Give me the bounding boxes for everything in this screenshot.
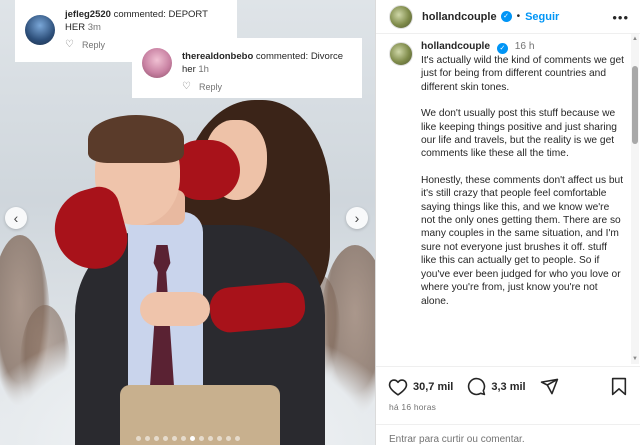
post-header: hollandcouple ✓ • Seguir •••	[376, 0, 640, 34]
caption-paragraph: hollandcouple ✓ 16 h It's actually wild …	[421, 40, 624, 94]
verified-badge-icon: ✓	[500, 11, 512, 22]
comment-time: 1h	[198, 63, 209, 75]
comment-bubble-icon[interactable]	[467, 377, 486, 396]
verified-badge-icon: ✓	[496, 43, 508, 54]
reply-button[interactable]: Reply	[82, 40, 105, 50]
caption-area: hollandcouple ✓ 16 h It's actually wild …	[376, 34, 634, 364]
carousel-prev-button[interactable]: ‹	[5, 207, 27, 229]
comment-action[interactable]: 3,3 mil	[467, 377, 526, 396]
woman-sleeve-right	[208, 280, 307, 335]
scroll-up-arrow-icon[interactable]: ▲	[632, 36, 638, 42]
save-action[interactable]	[611, 377, 627, 401]
login-link[interactable]: Entrar	[389, 434, 416, 445]
login-prompt: Entrar para curtir ou comentar.	[376, 424, 640, 445]
comments-count: 3,3 mil	[491, 380, 526, 393]
caption-paragraph: We don't usually post this stuff because…	[421, 108, 617, 160]
carousel-dot	[234, 436, 240, 441]
heart-icon[interactable]	[388, 378, 408, 396]
scrollbar-thumb[interactable]	[632, 66, 638, 144]
send-icon[interactable]	[540, 377, 559, 396]
caption-username[interactable]: hollandcouple	[421, 41, 490, 52]
comment-text: jefleg2520 commented: DEPORT HER 3m	[65, 9, 230, 34]
likes-count: 30,7 mil	[413, 380, 454, 393]
woman-hand	[140, 292, 210, 326]
caption-avatar[interactable]	[389, 42, 413, 66]
caption-paragraph-text: It's actually wild the kind of comments …	[421, 55, 624, 93]
post-photo[interactable]: ‹ › jefleg2520 commented: DEPORT HER 3m …	[0, 0, 375, 445]
carousel-next-button[interactable]: ›	[346, 207, 368, 229]
caption-text: hollandcouple ✓ 16 h It's actually wild …	[421, 40, 624, 321]
follow-button[interactable]: Seguir	[525, 11, 559, 23]
profile-avatar[interactable]	[389, 4, 413, 29]
carousel-dot	[189, 436, 195, 441]
post-side-panel: hollandcouple ✓ • Seguir ••• hollandcoup…	[375, 0, 640, 445]
comment-actions: ♡ Reply	[65, 39, 105, 50]
comment-time: 3m	[87, 21, 101, 33]
header-username[interactable]: hollandcouple	[422, 11, 497, 23]
share-action[interactable]	[540, 377, 559, 396]
like-action[interactable]: 30,7 mil	[388, 378, 453, 396]
carousel-dot	[144, 436, 150, 441]
carousel-dot	[216, 436, 222, 441]
comment-card: therealdonbebo commented: Divorce her 1h…	[132, 38, 362, 98]
carousel-dot	[162, 436, 168, 441]
caption-time: 16 h	[514, 41, 535, 52]
header-separator: •	[516, 11, 521, 22]
post-timestamp: há 16 horas	[389, 402, 437, 412]
carousel-dot	[180, 436, 186, 441]
reply-button[interactable]: Reply	[199, 82, 222, 92]
caption-scrollbar[interactable]: ▲ ▼	[631, 34, 639, 364]
heart-outline-icon[interactable]: ♡	[182, 81, 191, 92]
carousel-dots	[0, 436, 375, 441]
scroll-down-arrow-icon[interactable]: ▼	[632, 356, 638, 362]
comment-actions: ♡ Reply	[182, 81, 222, 92]
commenter-avatar[interactable]	[142, 48, 172, 78]
carousel-dot	[207, 436, 213, 441]
more-options-icon[interactable]: •••	[612, 10, 629, 25]
caption-row: hollandcouple ✓ 16 h It's actually wild …	[389, 40, 624, 321]
carousel-dot	[153, 436, 159, 441]
man-hair	[88, 115, 184, 163]
heart-outline-icon[interactable]: ♡	[65, 39, 74, 50]
commenter-avatar[interactable]	[25, 15, 55, 45]
carousel-dot	[171, 436, 177, 441]
carousel-dot	[198, 436, 204, 441]
bookmark-icon[interactable]	[611, 377, 627, 396]
action-bar: 30,7 mil 3,3 mil	[376, 366, 640, 406]
commenter-username[interactable]: jefleg2520	[65, 9, 111, 20]
caption-paragraph: Honestly, these comments don't affect us…	[421, 174, 624, 307]
commenter-username[interactable]: therealdonbebo	[182, 51, 253, 62]
carousel-dot	[135, 436, 141, 441]
comment-text: therealdonbebo commented: Divorce her 1h	[182, 51, 357, 76]
login-prompt-text: para curtir ou comentar.	[416, 434, 525, 445]
carousel-dot	[225, 436, 231, 441]
